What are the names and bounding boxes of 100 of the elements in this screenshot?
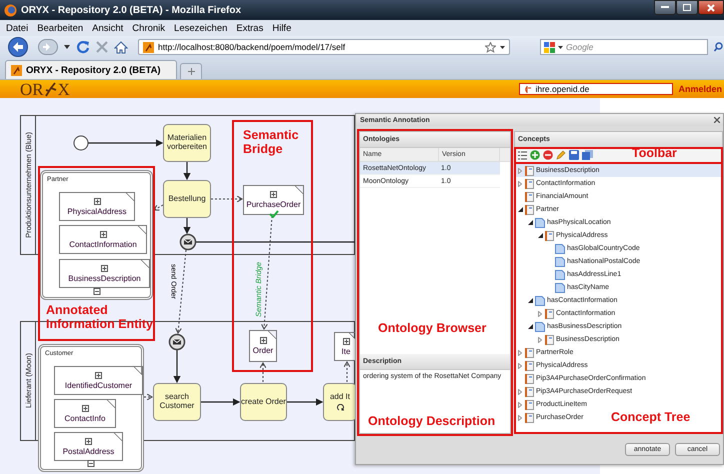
class-icon [525,374,534,384]
menu-item[interactable]: Datei [6,22,28,34]
list-icon[interactable] [518,150,527,160]
message-event-icon [168,334,186,350]
plus-square-icon [260,337,266,344]
annotation-label: Semantic Bridge [243,128,300,157]
menu-item[interactable]: Bearbeiten [37,22,84,34]
sequence-flow [201,398,240,406]
task[interactable]: create Order [240,383,287,421]
menu-item[interactable]: Hilfe [272,22,292,34]
pencil-icon[interactable] [556,150,566,160]
association-line [144,394,152,400]
caret-icon[interactable] [64,45,70,49]
data-object[interactable]: ContactInfo [54,399,116,428]
home-button[interactable] [114,40,128,54]
collapsed-arrow-icon[interactable] [518,180,522,186]
class-icon [525,412,534,422]
menu-item[interactable]: Chronik [132,22,166,34]
remove-icon[interactable] [543,150,553,160]
menu-item[interactable]: Lesezeichen [174,22,228,34]
collapsed-arrow-icon[interactable] [518,402,522,408]
data-object[interactable]: Order [249,330,277,362]
minimize-icon [661,6,669,9]
reload-button[interactable] [76,40,90,54]
data-object[interactable]: PostalAddress [54,432,123,461]
class-icon [525,386,534,396]
collapsed-arrow-icon[interactable] [518,362,522,368]
expanded-arrow-icon[interactable] [528,220,532,225]
plus-icon [188,68,194,75]
collapsed-arrow-icon[interactable] [538,336,542,342]
search-icon[interactable] [714,42,723,52]
maximize-button[interactable] [676,0,698,15]
plus-square-icon [82,404,88,412]
expanded-arrow-icon[interactable] [528,298,532,303]
browser-logo-icon [4,4,17,16]
task-label: add It [330,393,350,402]
search-input[interactable]: Google [566,42,704,52]
expanded-arrow-icon[interactable] [538,233,542,238]
data-object-label: PostalAddress [62,446,114,456]
collapsed-arrow-icon[interactable] [518,414,522,420]
task[interactable]: search Customer [153,383,201,421]
task[interactable]: Bestellung [163,180,211,218]
association-line [154,204,164,211]
save-as-icon[interactable] [582,150,593,160]
class-icon [525,360,534,370]
site-icon [11,64,22,76]
class-icon [545,308,554,318]
class-icon [525,400,534,410]
plus-square-icon [95,372,102,378]
save-icon[interactable] [569,150,579,160]
class-icon [545,230,554,240]
data-object[interactable]: ContactInformation [59,225,147,254]
star-icon[interactable] [485,42,496,52]
url-field[interactable]: http://localhost:8080/backend/poem/model/17/self [158,42,481,52]
data-object-label: ContactInformation [69,240,137,248]
data-object[interactable]: PhysicalAddress [59,192,135,221]
expanded-arrow-icon[interactable] [518,207,522,212]
data-object[interactable]: BusinessDescription [59,259,150,288]
plus-square-icon [100,230,106,238]
forward-button[interactable] [38,39,58,55]
caret-icon[interactable] [500,46,505,48]
minus-square-icon[interactable] [93,288,100,295]
search-engine-icon[interactable] [544,42,555,52]
minus-square-icon[interactable] [88,460,94,467]
data-object-label: Ite [342,346,350,356]
data-object-label: BusinessDescription [68,274,141,282]
search-field[interactable]: Google [540,39,708,55]
browser-tab[interactable]: ORYX - Repository 2.0 (BETA) [5,60,177,79]
menu-item[interactable]: Ansicht [92,22,124,34]
property-icon [535,322,545,332]
class-icon [525,348,534,358]
task[interactable]: Materialien vorbereiten [163,124,211,162]
plus-square-icon [342,338,350,344]
openid-input[interactable]: ihre.openid.de [535,84,670,94]
close-button[interactable] [711,117,723,123]
plus-square-icon [270,191,277,198]
collapsed-arrow-icon[interactable] [538,310,542,316]
minimize-button[interactable] [654,0,676,15]
maximize-icon [683,4,691,11]
sequence-flow [183,162,191,180]
menu-item[interactable]: Extras [236,22,264,34]
plus-square-icon [101,264,108,272]
collapsed-arrow-icon[interactable] [518,350,522,356]
expanded-arrow-icon[interactable] [528,324,532,329]
annotation-label: Toolbar [632,146,677,160]
address-bar[interactable]: http://localhost:8080/backend/poem/model/17/self [138,39,510,55]
close-button[interactable] [698,0,724,15]
collapsed-arrow-icon[interactable] [518,388,522,394]
caret-icon[interactable] [558,46,563,48]
openid-field[interactable]: ihre.openid.de [519,83,674,95]
task[interactable]: add It [323,383,357,421]
collapsed-arrow-icon[interactable] [518,168,522,174]
data-object-label: ContactInfo [64,414,106,422]
data-object[interactable]: IdentifiedCustomer [54,366,143,395]
start-event [74,136,88,150]
add-icon[interactable] [530,150,540,160]
data-object[interactable]: PurchaseOrder [243,185,304,215]
task-label: create Order [241,398,286,406]
sequence-flow [287,398,324,406]
new-tab-button[interactable] [180,63,202,79]
